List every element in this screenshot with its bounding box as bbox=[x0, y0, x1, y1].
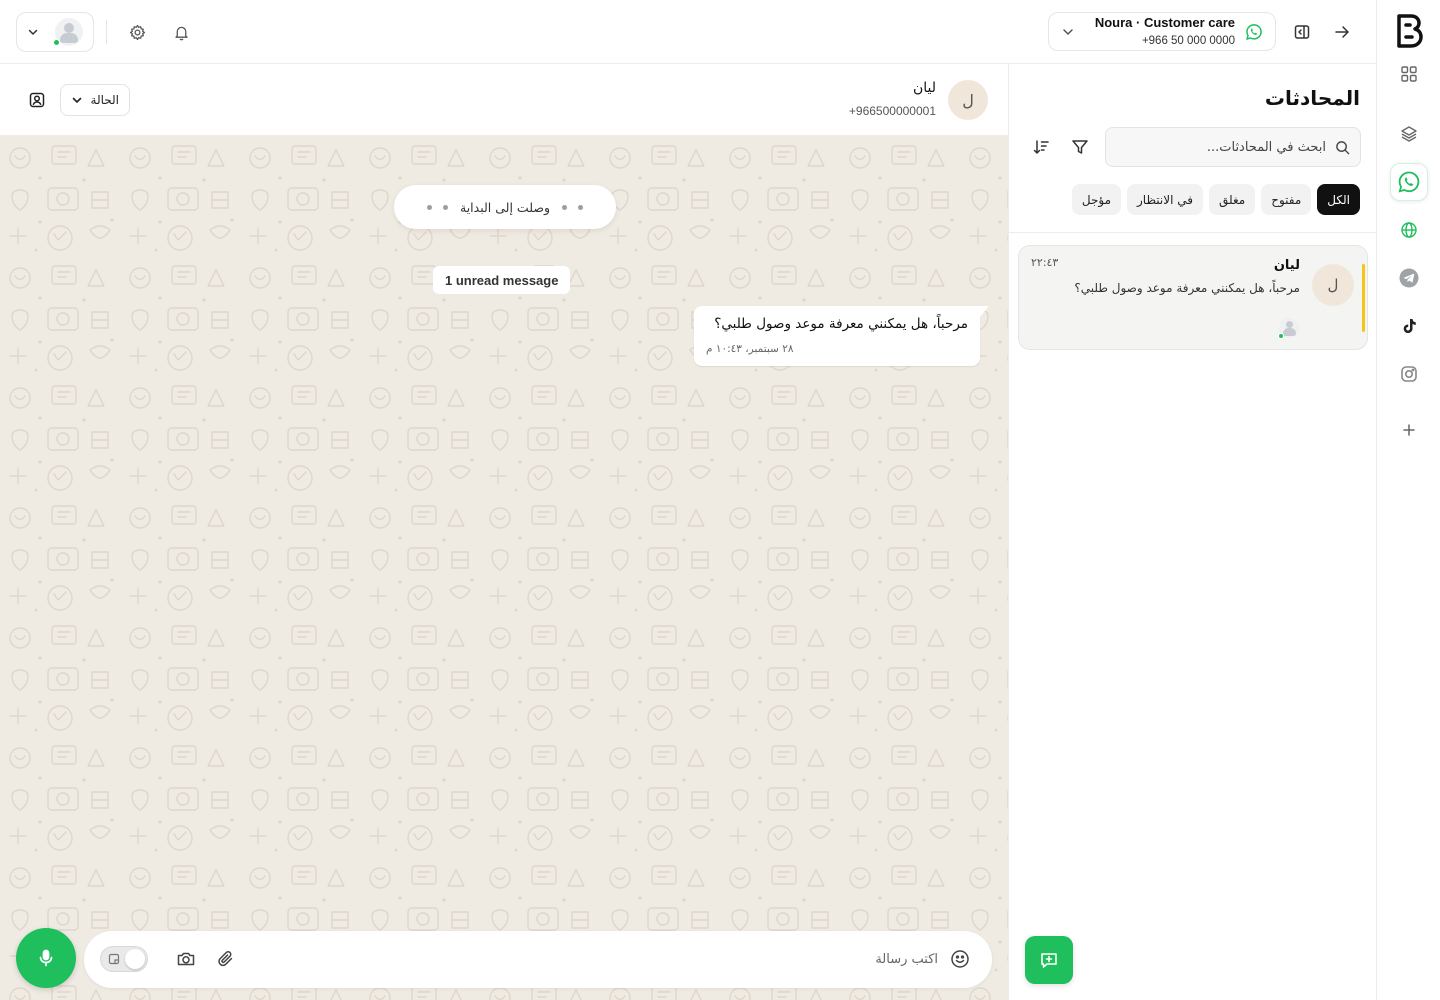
conversation-list-item[interactable]: ل ليان ٢٢:٤٣ مرحباً، هل يمكنني معرفة موع… bbox=[1018, 245, 1368, 350]
search-icon bbox=[1336, 141, 1350, 155]
filter-icon[interactable] bbox=[1071, 138, 1089, 156]
message-bubble[interactable]: مرحباً، هل يمكنني معرفة موعد وصول طلبي؟ … bbox=[694, 306, 989, 366]
contact-phone: +966500000001 bbox=[848, 104, 936, 118]
chat-messages-area[interactable]: وصلت إلى البداية 1 unread message مرحباً… bbox=[0, 136, 1008, 1000]
conversation-avatar: ل bbox=[1312, 264, 1354, 306]
contact-info-icon[interactable] bbox=[28, 91, 46, 109]
chevron-down-icon bbox=[72, 97, 82, 104]
sort-icon[interactable] bbox=[1032, 138, 1050, 156]
grid-icon bbox=[1401, 66, 1417, 82]
message-input[interactable] bbox=[378, 931, 938, 988]
rail-grid-button[interactable] bbox=[1390, 55, 1428, 93]
channel-phone: +966 50 000 0000 bbox=[1141, 35, 1235, 47]
top-bar: Noura · Customer care +966 50 000 0000 bbox=[0, 0, 1376, 64]
filter-chip-open[interactable]: مفتوح bbox=[1261, 184, 1312, 215]
app-rail bbox=[1376, 0, 1440, 1000]
microphone-icon bbox=[39, 949, 53, 967]
assignee-avatar bbox=[1278, 318, 1299, 339]
settings-button[interactable] bbox=[125, 20, 149, 44]
message-text: مرحباً، هل يمكنني معرفة موعد وصول طلبي؟ bbox=[714, 316, 968, 332]
sidebar-panel-icon bbox=[1294, 25, 1310, 39]
account-menu[interactable] bbox=[16, 12, 94, 52]
notifications-button[interactable] bbox=[169, 20, 193, 44]
reached-start-label: وصلت إلى البداية bbox=[460, 199, 550, 215]
toolbar-divider bbox=[106, 20, 107, 44]
rail-whatsapp-button[interactable] bbox=[1390, 163, 1428, 201]
search-field bbox=[1105, 127, 1361, 167]
loading-dots bbox=[427, 204, 448, 210]
divider bbox=[1009, 232, 1377, 233]
whatsapp-icon bbox=[1398, 171, 1420, 193]
toggle-knob bbox=[125, 949, 145, 969]
app-logo[interactable] bbox=[1395, 14, 1423, 48]
voice-record-button[interactable] bbox=[16, 928, 76, 988]
new-message-icon bbox=[1041, 953, 1057, 968]
contact-name: ليان bbox=[912, 80, 936, 96]
page-title: المحادثات bbox=[1264, 86, 1360, 110]
internal-note-toggle[interactable] bbox=[100, 946, 148, 972]
status-dropdown[interactable]: الحالة bbox=[60, 84, 130, 116]
bell-icon bbox=[174, 26, 188, 40]
reached-start-indicator: وصلت إلى البداية bbox=[394, 185, 616, 229]
toggle-sidebar-button[interactable] bbox=[1290, 20, 1314, 44]
tiktok-icon bbox=[1403, 319, 1416, 333]
conversation-preview: مرحباً، هل يمكنني معرفة موعد وصول طلبي؟ bbox=[1074, 281, 1300, 295]
paperclip-icon[interactable] bbox=[216, 949, 236, 969]
emoji-icon[interactable] bbox=[950, 949, 970, 969]
rail-tiktok-button[interactable] bbox=[1390, 307, 1428, 345]
user-avatar bbox=[53, 18, 83, 46]
rail-layers-button[interactable] bbox=[1390, 115, 1428, 153]
online-indicator bbox=[53, 39, 60, 46]
status-filter-chips: الكل مفتوح مغلق في الانتظار مؤجل bbox=[1071, 184, 1360, 215]
unread-messages-banner: 1 unread message bbox=[433, 266, 571, 294]
channel-name: Noura · Customer care bbox=[1094, 15, 1235, 30]
plus-icon bbox=[1403, 424, 1415, 436]
search-input[interactable] bbox=[1126, 128, 1326, 166]
unread-indicator bbox=[1362, 264, 1365, 332]
status-dropdown-label: الحالة bbox=[90, 93, 119, 107]
filter-chip-closed[interactable]: مغلق bbox=[1209, 184, 1256, 215]
chevron-down-icon bbox=[1063, 29, 1073, 36]
telegram-icon bbox=[1399, 268, 1419, 288]
message-composer bbox=[84, 931, 992, 988]
rail-web-button[interactable] bbox=[1390, 211, 1428, 249]
conversation-time: ٢٢:٤٣ bbox=[1031, 256, 1059, 269]
conversation-name: ليان bbox=[1273, 258, 1300, 273]
filter-chip-snoozed[interactable]: مؤجل bbox=[1071, 184, 1121, 215]
new-conversation-button[interactable] bbox=[1025, 936, 1073, 984]
back-button[interactable] bbox=[1330, 20, 1354, 44]
chevron-down-icon bbox=[28, 29, 38, 36]
message-tail bbox=[979, 306, 989, 318]
filter-chip-pending[interactable]: في الانتظار bbox=[1127, 184, 1203, 215]
instagram-icon bbox=[1401, 366, 1417, 382]
filter-chip-all[interactable]: الكل bbox=[1317, 184, 1360, 215]
channel-selector[interactable]: Noura · Customer care +966 50 000 0000 bbox=[1048, 12, 1276, 51]
note-icon bbox=[108, 953, 120, 965]
globe-icon bbox=[1401, 222, 1417, 238]
layers-icon bbox=[1401, 126, 1417, 142]
chat-header: ل ليان +966500000001 الحالة bbox=[0, 64, 1008, 136]
camera-icon[interactable] bbox=[176, 949, 196, 969]
whatsapp-icon bbox=[1246, 24, 1262, 40]
message-timestamp: ٢٨ سبتمبر، ١٠:٤٣ م bbox=[706, 343, 794, 355]
arrow-right-icon bbox=[1335, 26, 1349, 38]
contact-avatar[interactable]: ل bbox=[948, 80, 988, 120]
rail-add-channel-button[interactable] bbox=[1390, 411, 1428, 449]
rail-instagram-button[interactable] bbox=[1390, 355, 1428, 393]
conversations-panel: المحادثات الكل مفتوح مغلق في الانتظار مؤ… bbox=[1008, 64, 1377, 1000]
loading-dots bbox=[561, 204, 583, 210]
gear-icon bbox=[129, 24, 145, 40]
rail-telegram-button[interactable] bbox=[1390, 259, 1428, 297]
